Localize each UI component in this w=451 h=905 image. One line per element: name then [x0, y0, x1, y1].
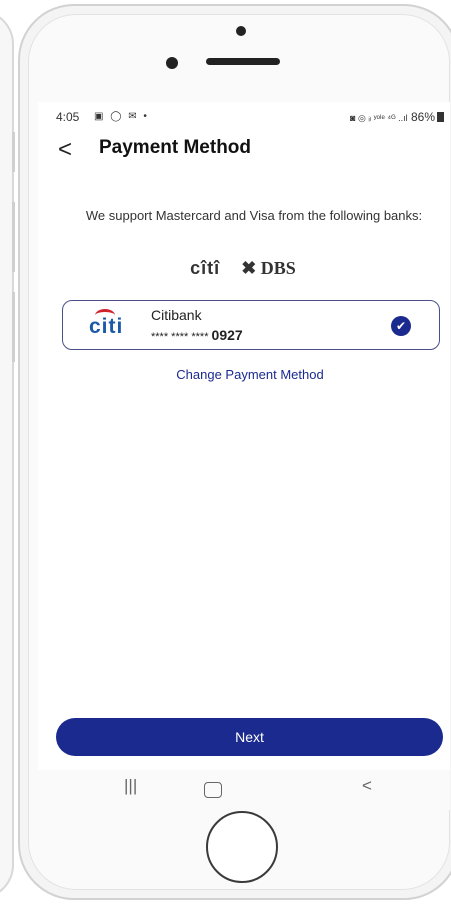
front-camera [236, 26, 246, 36]
battery-level: 86% [410, 110, 435, 124]
status-right: ◙ ◎ ᵢₗ ʸᵒˡᵉ ⁴ᴳ ..ıl 86% [350, 110, 444, 124]
earpiece-speaker [206, 58, 280, 65]
side-button [12, 202, 15, 272]
side-button [12, 292, 15, 362]
home-nav-button[interactable] [204, 782, 222, 798]
adjacent-phone-edge [0, 10, 15, 899]
page-title: Payment Method [99, 137, 252, 158]
supported-banks-text: We support Mastercard and Visa from the … [85, 208, 423, 223]
citibank-logo: citi [89, 309, 123, 339]
nav-back-button[interactable]: < [362, 776, 372, 796]
app-screen: 4:05 ▣ ◯ ✉ • ◙ ◎ ᵢₗ ʸᵒˡᵉ ⁴ᴳ ..ıl 86% < P… [38, 102, 450, 770]
side-button [12, 132, 15, 172]
android-nav-bar: ||| < [38, 770, 450, 810]
card-mask: **** **** **** [151, 331, 209, 343]
selected-check-icon: ✔ [391, 316, 411, 336]
card-number: **** **** **** 0927 [151, 327, 243, 343]
card-bank-name: Citibank [151, 307, 202, 323]
status-bar: 4:05 ▣ ◯ ✉ • ◙ ◎ ᵢₗ ʸᵒˡᵉ ⁴ᴳ ..ıl 86% [56, 110, 444, 126]
citi-arc-icon [95, 309, 115, 322]
next-button[interactable]: Next [56, 718, 443, 756]
payment-card-item[interactable]: citi Citibank **** **** **** 0927 ✔ [62, 300, 440, 350]
proximity-sensor [166, 57, 178, 69]
back-button[interactable]: < [58, 136, 72, 164]
change-payment-method-link[interactable]: Change Payment Method [38, 367, 450, 382]
card-last4: 0927 [211, 327, 243, 343]
physical-home-button[interactable] [206, 811, 278, 883]
status-time: 4:05 [56, 110, 80, 124]
notification-icons: ▣ ◯ ✉ • [94, 111, 149, 122]
signal-icons: ◙ ◎ ᵢₗ ʸᵒˡᵉ ⁴ᴳ ..ıl [350, 113, 408, 123]
recents-button[interactable]: ||| [124, 776, 137, 796]
battery-icon [437, 112, 444, 122]
bank-logos: cîtî ✖ DBS [38, 258, 450, 279]
citi-logo: cîtî [190, 258, 221, 278]
dbs-logo: ✖ DBS [241, 258, 296, 278]
